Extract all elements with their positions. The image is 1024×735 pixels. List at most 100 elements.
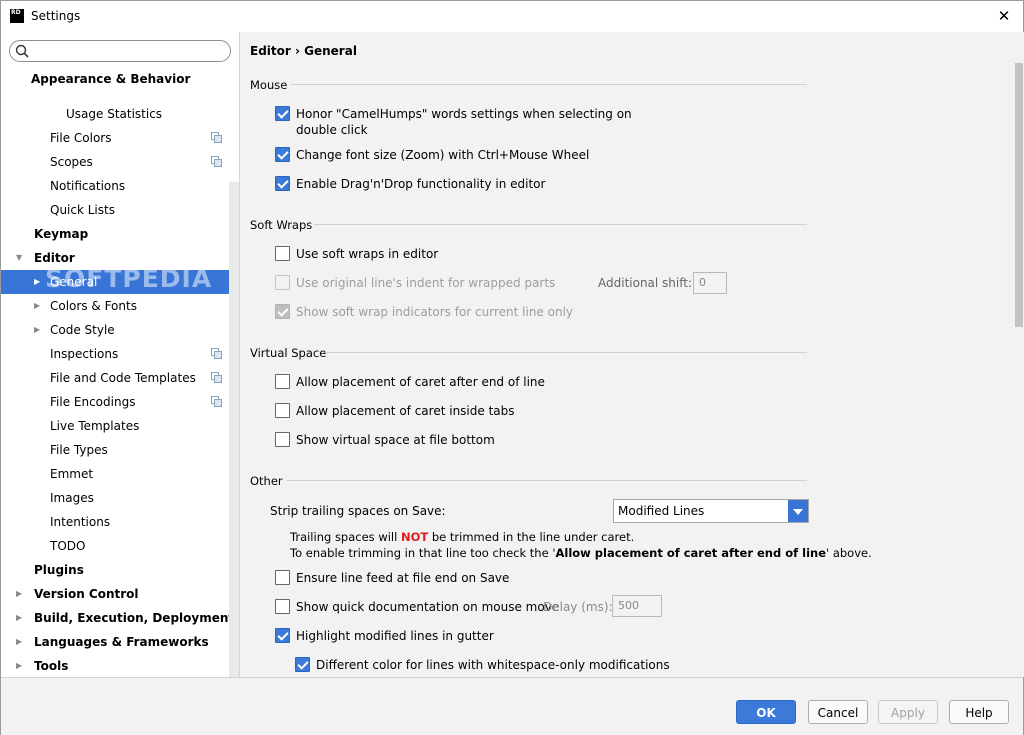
- checkbox-label: Show quick documentation on mouse move: [296, 600, 560, 614]
- checkbox-box[interactable]: [275, 176, 290, 191]
- chevron-down-icon[interactable]: ▼: [16, 246, 22, 270]
- checkbox-box[interactable]: [275, 599, 290, 614]
- sidebar-item-label: Notifications: [50, 179, 126, 193]
- chevron-down-icon[interactable]: [788, 500, 808, 522]
- sidebar-item-file-colors[interactable]: File Colors: [1, 126, 239, 150]
- checkbox-box[interactable]: [275, 275, 290, 290]
- dialog-footer: OK Cancel Apply Help: [1, 677, 1023, 735]
- trailing-note-line1: Trailing spaces will NOT be trimmed in t…: [290, 530, 635, 544]
- sidebar-item-languages-frameworks[interactable]: ▶ Languages & Frameworks: [1, 630, 239, 654]
- search-icon: [15, 44, 29, 58]
- sidebar-item-label: Images: [50, 491, 94, 505]
- breadcrumb-parent[interactable]: Editor: [250, 44, 291, 58]
- checkbox-box[interactable]: [275, 106, 290, 121]
- sidebar-item-tools[interactable]: ▶ Tools: [1, 654, 239, 677]
- checkbox-box[interactable]: [275, 432, 290, 447]
- help-button[interactable]: Help: [949, 700, 1009, 724]
- sidebar-item-label: Version Control: [34, 587, 139, 601]
- sidebar-item-label: File Types: [50, 443, 108, 457]
- chevron-right-icon[interactable]: ▶: [16, 654, 22, 677]
- checkbox-label: Use soft wraps in editor: [296, 247, 439, 261]
- sidebar-item-inspections[interactable]: Inspections: [1, 342, 239, 366]
- sidebar-item-intentions[interactable]: Intentions: [1, 510, 239, 534]
- sidebar-item-scopes[interactable]: Scopes: [1, 150, 239, 174]
- sidebar-item-label: Appearance & Behavior: [31, 72, 191, 86]
- settings-content: Editor › General Mouse Honor "CamelHumps…: [241, 32, 1013, 677]
- additional-shift-input[interactable]: 0: [693, 272, 727, 294]
- sidebar-item-live-templates[interactable]: Live Templates: [1, 414, 239, 438]
- delay-label: Delay (ms):: [543, 600, 613, 614]
- checkbox-box[interactable]: [295, 657, 310, 672]
- sidebar-item-label: Build, Execution, Deployment: [34, 611, 235, 625]
- sidebar-item-file-types[interactable]: File Types: [1, 438, 239, 462]
- checkbox-box[interactable]: [275, 304, 290, 319]
- checkbox-box[interactable]: [275, 246, 290, 261]
- sidebar-item-build-execution-deployment[interactable]: ▶ Build, Execution, Deployment: [1, 606, 239, 630]
- strip-trailing-select[interactable]: Modified Lines: [613, 499, 809, 523]
- sidebar-item-label: Keymap: [34, 227, 89, 241]
- sidebar-item-keymap[interactable]: Keymap: [1, 222, 239, 246]
- ok-button[interactable]: OK: [736, 700, 796, 724]
- checkbox-box[interactable]: [275, 374, 290, 389]
- checkbox-label: Use original line's indent for wrapped p…: [296, 276, 556, 290]
- section-divider: [291, 84, 807, 85]
- chevron-right-icon[interactable]: ▶: [16, 630, 22, 654]
- delay-input[interactable]: 500: [612, 595, 662, 617]
- sidebar-item-plugins[interactable]: Plugins: [1, 558, 239, 582]
- section-title-mouse: Mouse: [250, 78, 288, 92]
- sidebar-item-emmet[interactable]: Emmet: [1, 462, 239, 486]
- sidebar-sticky-header[interactable]: Appearance & Behavior: [1, 69, 227, 93]
- trailing-note-line2: To enable trimming in that line too chec…: [290, 546, 872, 560]
- checkbox-box[interactable]: [275, 570, 290, 585]
- checkbox-box[interactable]: [275, 403, 290, 418]
- sidebar-item-colors-fonts[interactable]: ▶ Colors & Fonts: [1, 294, 239, 318]
- close-icon[interactable]: ✕: [993, 5, 1015, 27]
- sidebar-item-general[interactable]: ▶ General SOFTPEDIA: [1, 266, 239, 294]
- sidebar-item-label: Intentions: [50, 515, 111, 529]
- section-title-virtual-space: Virtual Space: [250, 346, 327, 360]
- sidebar-item-images[interactable]: Images: [1, 486, 239, 510]
- checkbox-box[interactable]: [275, 628, 290, 643]
- section-title-other: Other: [250, 474, 283, 488]
- settings-window: RD Settings ✕ Updates Appearance & Behav…: [0, 0, 1024, 735]
- sidebar-item-usage-statistics[interactable]: Usage Statistics: [1, 102, 239, 126]
- section-divider: [287, 480, 807, 481]
- chevron-right-icon[interactable]: ▶: [34, 294, 40, 318]
- sidebar-item-label: Live Templates: [50, 419, 140, 433]
- breadcrumb-separator: ›: [295, 44, 300, 58]
- sidebar-item-code-style[interactable]: ▶ Code Style: [1, 318, 239, 342]
- checkbox-label: Enable Drag'n'Drop functionality in edit…: [296, 177, 546, 191]
- checkbox-box[interactable]: [275, 147, 290, 162]
- chevron-right-icon[interactable]: ▶: [16, 582, 22, 606]
- checkbox-label: Ensure line feed at file end on Save: [296, 571, 510, 585]
- sidebar-item-version-control[interactable]: ▶ Version Control: [1, 582, 239, 606]
- project-scope-icon: [211, 132, 222, 143]
- sidebar-item-file-encodings[interactable]: File Encodings: [1, 390, 239, 414]
- section-title-soft-wraps: Soft Wraps: [250, 218, 313, 232]
- chevron-right-icon[interactable]: ▶: [34, 318, 40, 342]
- apply-button[interactable]: Apply: [878, 700, 938, 724]
- content-scrollbar[interactable]: [1014, 32, 1024, 677]
- sidebar-item-label: File Colors: [50, 131, 112, 145]
- scrollbar-thumb[interactable]: [1015, 63, 1023, 327]
- checkbox-label: Change font size (Zoom) with Ctrl+Mouse …: [296, 148, 590, 162]
- project-scope-icon: [211, 348, 222, 359]
- search-input[interactable]: [32, 43, 222, 59]
- sidebar-item-todo[interactable]: TODO: [1, 534, 239, 558]
- title-bar: RD Settings ✕: [1, 1, 1023, 32]
- breadcrumb: Editor › General: [250, 44, 357, 58]
- select-value: Modified Lines: [618, 504, 705, 518]
- app-icon: RD: [10, 9, 24, 23]
- sidebar-item-label: Inspections: [50, 347, 119, 361]
- cancel-button[interactable]: Cancel: [808, 700, 868, 724]
- search-field[interactable]: [9, 40, 231, 62]
- project-scope-icon: [211, 396, 222, 407]
- sidebar-item-file-code-templates[interactable]: File and Code Templates: [1, 366, 239, 390]
- sidebar-item-notifications[interactable]: Notifications: [1, 174, 239, 198]
- chevron-right-icon[interactable]: ▶: [16, 606, 22, 630]
- sidebar-scrollbar[interactable]: [229, 182, 239, 677]
- chevron-right-icon[interactable]: ▶: [34, 270, 40, 294]
- sidebar-item-label: Colors & Fonts: [50, 299, 137, 313]
- settings-sidebar: Updates Appearance & Behavior Usage Stat…: [1, 32, 240, 677]
- sidebar-item-quick-lists[interactable]: Quick Lists: [1, 198, 239, 222]
